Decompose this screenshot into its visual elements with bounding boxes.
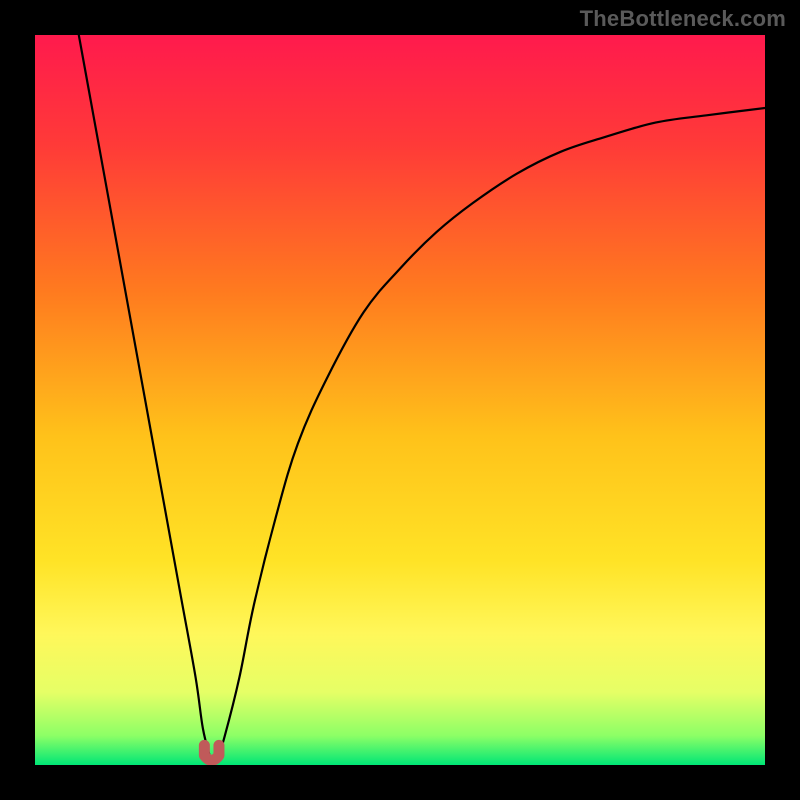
curve-right-branch: [210, 108, 765, 759]
plot-area: [35, 35, 765, 765]
watermark-text: TheBottleneck.com: [580, 6, 786, 32]
minimum-marker: [204, 745, 219, 760]
chart-frame: TheBottleneck.com: [0, 0, 800, 800]
curve-left-branch: [79, 35, 210, 758]
bottleneck-curve: [35, 35, 765, 765]
